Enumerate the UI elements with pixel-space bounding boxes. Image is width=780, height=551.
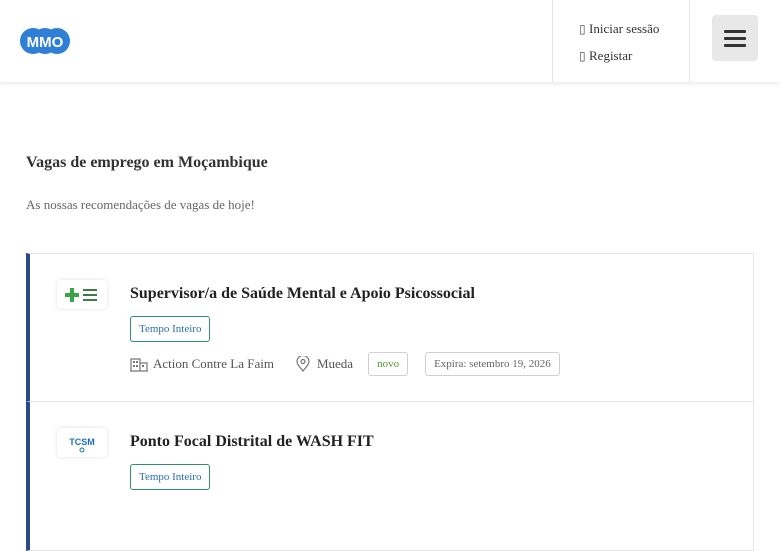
tcsm-logo[interactable]: TCSM [57,428,107,457]
action-contre-la-faim-logo[interactable] [57,280,107,309]
register-label: Registar [589,48,633,63]
page-title: Vagas de emprego em Moçambique [26,154,268,171]
job-meta: Action Contre La Faim Mueda novo Expira:… [130,352,560,376]
page-subtitle: As nossas recomendações de vagas de hoje… [26,197,255,212]
job-title[interactable]: Ponto Focal Distrital de WASH FIT [130,433,374,451]
svg-text:TCSM: TCSM [69,437,95,447]
hamburger-menu-icon-bar [724,43,746,47]
menu-button[interactable] [712,15,758,61]
job-card[interactable]: Supervisor/a de Saúde Mental e Apoio Psi… [26,253,754,402]
site-logo-text: MMO [27,34,64,51]
site-header: MMO ▯ Iniciar sessão ▯ Registar [0,0,780,82]
site-logo[interactable]: MMO [20,22,70,60]
login-label: Iniciar sessão [589,21,660,36]
job-title[interactable]: Supervisor/a de Saúde Mental e Apoio Psi… [130,285,475,303]
job-location: Mueda [316,356,354,371]
pencil-icon: ▯ [579,48,586,63]
auth-menu: ▯ Iniciar sessão ▯ Registar [552,0,690,82]
job-list: Supervisor/a de Saúde Mental e Apoio Psi… [26,253,754,551]
job-type-badge[interactable]: Tempo Inteiro [130,464,211,490]
company-name[interactable]: Action Contre La Faim [153,356,274,372]
building-icon [130,358,148,372]
map-pin-icon [296,356,310,372]
job-type-badge[interactable]: Tempo Inteiro [130,316,211,342]
hamburger-menu-icon [724,29,746,33]
user-icon: ▯ [579,21,586,36]
expiry-badge: Expira: setembro 19, 2026 [425,352,560,376]
register-link[interactable]: ▯ Registar [579,48,632,64]
login-link[interactable]: ▯ Iniciar sessão [579,21,659,37]
hamburger-menu-icon-bar [724,36,746,40]
new-badge: novo [368,352,409,376]
job-card[interactable]: TCSM Ponto Focal Distrital de WASH FIT T… [26,402,754,551]
